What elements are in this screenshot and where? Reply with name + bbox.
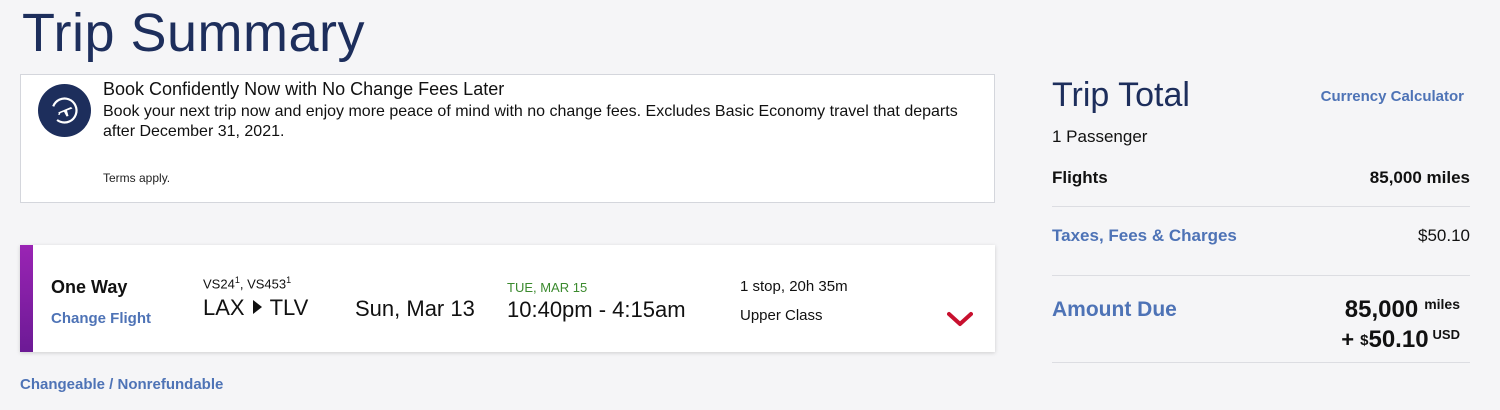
flight-card: One Way Change Flight VS241, VS4531 LAX T… [20,245,995,352]
amount-due-cash: + $50.10 USD [1341,326,1460,354]
plane-icon [38,84,91,137]
chevron-down-icon[interactable] [947,311,973,332]
amount-due-miles: 85,000 miles [1345,296,1460,324]
cabin-class: Upper Class [740,307,823,324]
terms-link[interactable]: Terms apply. [103,171,170,185]
notice-text: Book your next trip now and enjoy more p… [103,103,958,140]
cash-unit: USD [1432,327,1460,342]
flight-card-stripe [20,245,33,352]
amount-due-miles-value: 85,000 [1344,296,1419,323]
no-change-fees-notice: Book Confidently Now with No Change Fees… [20,74,995,203]
trip-type-label: One Way [51,277,128,297]
flight-number: VS453 [247,276,287,292]
divider [1052,206,1470,207]
page-title: Trip Summary [22,3,366,63]
divider [1052,275,1470,276]
flight-number: VS24 [203,276,235,292]
flights-label: Flights [1052,168,1108,187]
amount-due-label: Amount Due [1052,298,1177,321]
currency-calculator-link[interactable]: Currency Calculator [1321,88,1464,105]
stops-duration: 1 stop, 20h 35m [740,278,848,295]
passenger-count: 1 Passenger [1052,127,1148,146]
destination-airport: TLV [269,295,309,320]
departure-date: Sun, Mar 13 [355,296,475,321]
miles-unit: miles [1424,296,1460,312]
notice-title: Book Confidently Now with No Change Fees… [103,79,505,99]
flight-numbers: VS241, VS4531 [203,275,292,292]
fare-rules-link[interactable]: Changeable / Nonrefundable [20,376,223,393]
flight-times: 10:40pm - 4:15am [507,297,686,322]
plus-sign: + [1341,327,1355,352]
taxes-fees-value: $50.10 [1418,226,1470,245]
flight-footnote: 1 [234,275,240,285]
arrival-date: TUE, MAR 15 [507,280,588,295]
divider [1052,362,1470,363]
origin-airport: LAX [203,295,245,320]
change-flight-link[interactable]: Change Flight [51,310,151,327]
flights-value: 85,000 miles [1369,168,1470,187]
route: LAX TLV [203,295,308,321]
taxes-fees-link[interactable]: Taxes, Fees & Charges [1052,226,1237,246]
trip-total-title: Trip Total [1052,76,1190,114]
flight-footnote: 1 [286,275,292,285]
amount-due-cash-value: 50.10 [1368,326,1429,353]
route-arrow-icon [252,300,262,314]
